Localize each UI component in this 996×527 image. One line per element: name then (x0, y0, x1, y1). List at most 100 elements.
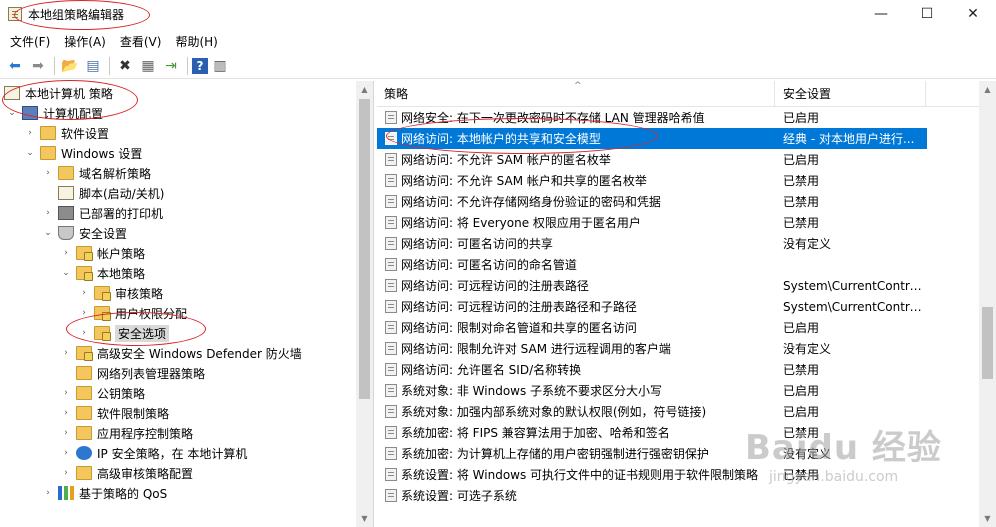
tree-item-scripts[interactable]: 脚本(启动/关机) (42, 183, 164, 203)
chevron-right-icon[interactable]: › (42, 208, 54, 218)
policy-list-pane[interactable]: 策略 ^ 安全设置 网络安全: 在下一次更改密码时不存储 LAN 管理器哈希值已… (377, 81, 996, 527)
chevron-right-icon[interactable]: › (60, 388, 72, 398)
tree-item-public-key-policies[interactable]: › 公钥策略 (60, 383, 145, 403)
tree-item-label: 网络列表管理器策略 (97, 366, 206, 381)
policy-value: 已启用 (783, 405, 820, 419)
toolbar: ⬅ ➡ 📂 ▤ ✖ ▦ ⇥ ? ▥ (0, 53, 996, 79)
policy-setting-icon (385, 195, 397, 208)
policy-setting-icon (385, 468, 397, 481)
chevron-right-icon[interactable]: › (42, 168, 54, 178)
tree-item-computer-config[interactable]: ⌄ 计算机配置 (6, 103, 103, 123)
tree-item-app-control-policies[interactable]: › 应用程序控制策略 (60, 423, 193, 443)
policy-value: System\CurrentContro... (783, 278, 927, 293)
policy-setting-icon (385, 426, 397, 439)
scroll-down-arrow-icon[interactable]: ▼ (356, 510, 373, 527)
console-tree[interactable]: 本地计算机 策略 ⌄ 计算机配置 › 软件设置 ⌄ Windows 设置 › 域… (0, 81, 374, 527)
help-icon[interactable]: ? (192, 57, 208, 74)
tree-item-label: IP 安全策略，在 本地计算机 (97, 446, 248, 461)
scroll-down-arrow-icon[interactable]: ▼ (979, 510, 996, 527)
table-row[interactable]: 网络访问: 限制允许对 SAM 进行远程调用的客户端 没有定义 (377, 338, 979, 359)
table-row[interactable]: 网络访问: 不允许 SAM 帐户的匿名枚举 已启用 (377, 149, 979, 170)
up-folder-icon[interactable]: 📂 (59, 55, 81, 77)
table-row[interactable]: 网络访问: 不允许存储网络身份验证的密码和凭据 已禁用 (377, 191, 979, 212)
table-row[interactable]: 网络访问: 可匿名访问的共享 没有定义 (377, 233, 979, 254)
column-header-security-setting[interactable]: 安全设置 (776, 81, 926, 107)
table-row[interactable]: 网络访问: 不允许 SAM 帐户和共享的匿名枚举 已禁用 (377, 170, 979, 191)
chevron-right-icon[interactable]: › (78, 288, 90, 298)
tree-item-audit-policy[interactable]: › 审核策略 (78, 283, 163, 303)
tree-item-policy-based-qos[interactable]: › 基于策略的 QoS (42, 483, 167, 503)
table-row-selected[interactable]: 网络访问: 本地帐户的共享和安全模型 经典 - 对本地用户进行... (377, 128, 927, 149)
maximize-button[interactable]: ☐ (904, 0, 950, 28)
tree-item-ip-security[interactable]: › IP 安全策略，在 本地计算机 (60, 443, 247, 463)
back-arrow-icon[interactable]: ⬅ (4, 55, 26, 77)
chevron-down-icon[interactable]: ⌄ (42, 228, 54, 238)
chevron-right-icon[interactable]: › (60, 408, 72, 418)
list-scrollbar-thumb[interactable] (982, 307, 993, 379)
chevron-right-icon[interactable]: › (60, 348, 72, 358)
chevron-right-icon[interactable]: › (60, 248, 72, 258)
chevron-down-icon[interactable]: ⌄ (6, 108, 18, 118)
tree-item-account-policies[interactable]: › 帐户策略 (60, 243, 145, 263)
table-row[interactable]: 网络安全: 在下一次更改密码时不存储 LAN 管理器哈希值 已启用 (377, 107, 979, 128)
chevron-right-icon[interactable]: › (78, 328, 90, 338)
table-row[interactable]: 系统设置: 将 Windows 可执行文件中的证书规则用于软件限制策略 已禁用 (377, 464, 979, 485)
scroll-up-arrow-icon[interactable]: ▲ (979, 81, 996, 98)
tree-item-local-computer-policy[interactable]: 本地计算机 策略 (4, 83, 113, 103)
chevron-right-icon[interactable]: › (78, 308, 90, 318)
chevron-right-icon[interactable]: › (60, 468, 72, 478)
table-row[interactable]: 网络访问: 将 Everyone 权限应用于匿名用户 已禁用 (377, 212, 979, 233)
tree-item-windows-settings[interactable]: ⌄ Windows 设置 (24, 143, 142, 163)
tree-scrollbar[interactable]: ▲ ▼ (356, 81, 373, 527)
show-action-pane-icon[interactable]: ▥ (209, 55, 231, 77)
chevron-down-icon[interactable]: ⌄ (60, 268, 72, 278)
policy-name: 网络访问: 不允许 SAM 帐户的匿名枚举 (401, 153, 611, 167)
tree-scrollbar-thumb[interactable] (359, 99, 370, 399)
tree-item-security-options[interactable]: › 安全选项 (78, 323, 170, 343)
chevron-right-icon[interactable]: › (24, 128, 36, 138)
tree-item-software-settings[interactable]: › 软件设置 (24, 123, 109, 143)
tree-item-software-restriction[interactable]: › 软件限制策略 (60, 403, 169, 423)
properties-icon[interactable]: ▦ (137, 55, 159, 77)
tree-item-defender-firewall[interactable]: › 高级安全 Windows Defender 防火墙 (60, 343, 302, 363)
policy-setting-icon (385, 384, 397, 397)
scroll-up-arrow-icon[interactable]: ▲ (356, 81, 373, 98)
table-row[interactable]: 系统对象: 非 Windows 子系统不要求区分大小写 已启用 (377, 380, 979, 401)
chevron-right-icon[interactable]: › (60, 428, 72, 438)
menu-view[interactable]: 查看(V) (114, 31, 168, 52)
tree-item-advanced-audit[interactable]: › 高级审核策略配置 (60, 463, 193, 483)
table-row[interactable]: 网络访问: 可远程访问的注册表路径 System\CurrentContro... (377, 275, 979, 296)
table-row[interactable]: 网络访问: 限制对命名管道和共享的匿名访问 已启用 (377, 317, 979, 338)
forward-arrow-icon[interactable]: ➡ (27, 55, 49, 77)
table-row[interactable]: 系统加密: 将 FIPS 兼容算法用于加密、哈希和签名 已禁用 (377, 422, 979, 443)
chevron-down-icon[interactable]: ⌄ (24, 148, 36, 158)
export-list-icon[interactable]: ⇥ (160, 55, 182, 77)
table-row[interactable]: 网络访问: 可远程访问的注册表路径和子路径 System\CurrentContr… (377, 296, 979, 317)
table-row[interactable]: 网络访问: 可匿名访问的命名管道 (377, 254, 979, 275)
table-row[interactable]: 系统对象: 加强内部系统对象的默认权限(例如，符号链接) 已启用 (377, 401, 979, 422)
minimize-button[interactable]: — (858, 0, 904, 28)
menu-help[interactable]: 帮助(H) (169, 31, 223, 52)
tree-item-network-list-manager[interactable]: 网络列表管理器策略 (60, 363, 205, 383)
list-scrollbar[interactable]: ▲ ▼ (979, 81, 996, 527)
tree-item-label: 高级审核策略配置 (97, 466, 194, 481)
table-row[interactable]: 网络访问: 允许匿名 SID/名称转换 已禁用 (377, 359, 979, 380)
tree-item-deployed-printers[interactable]: › 已部署的打印机 (42, 203, 163, 223)
table-row[interactable]: 系统加密: 为计算机上存储的用户密钥强制进行强密钥保护 没有定义 (377, 443, 979, 464)
policy-name: 网络访问: 将 Everyone 权限应用于匿名用户 (401, 216, 641, 230)
close-button[interactable]: ✕ (950, 0, 996, 28)
chevron-right-icon[interactable]: › (42, 488, 54, 498)
menu-action[interactable]: 操作(A) (58, 31, 112, 52)
show-hide-tree-icon[interactable]: ▤ (82, 55, 104, 77)
table-row[interactable]: 系统设置: 可选子系统 (377, 485, 979, 506)
delete-icon[interactable]: ✖ (114, 55, 136, 77)
tree-item-local-policies[interactable]: ⌄ 本地策略 (60, 263, 145, 283)
tree-item-label: 本地策略 (97, 266, 146, 281)
chevron-right-icon[interactable]: › (60, 448, 72, 458)
policy-value: 没有定义 (783, 237, 832, 251)
tree-item-user-rights-assignment[interactable]: › 用户权限分配 (78, 303, 187, 323)
policy-setting-icon (385, 300, 397, 313)
tree-item-security-settings[interactable]: ⌄ 安全设置 (42, 223, 127, 243)
tree-item-name-resolution-policy[interactable]: › 域名解析策略 (42, 163, 151, 183)
menu-file[interactable]: 文件(F) (4, 31, 56, 52)
